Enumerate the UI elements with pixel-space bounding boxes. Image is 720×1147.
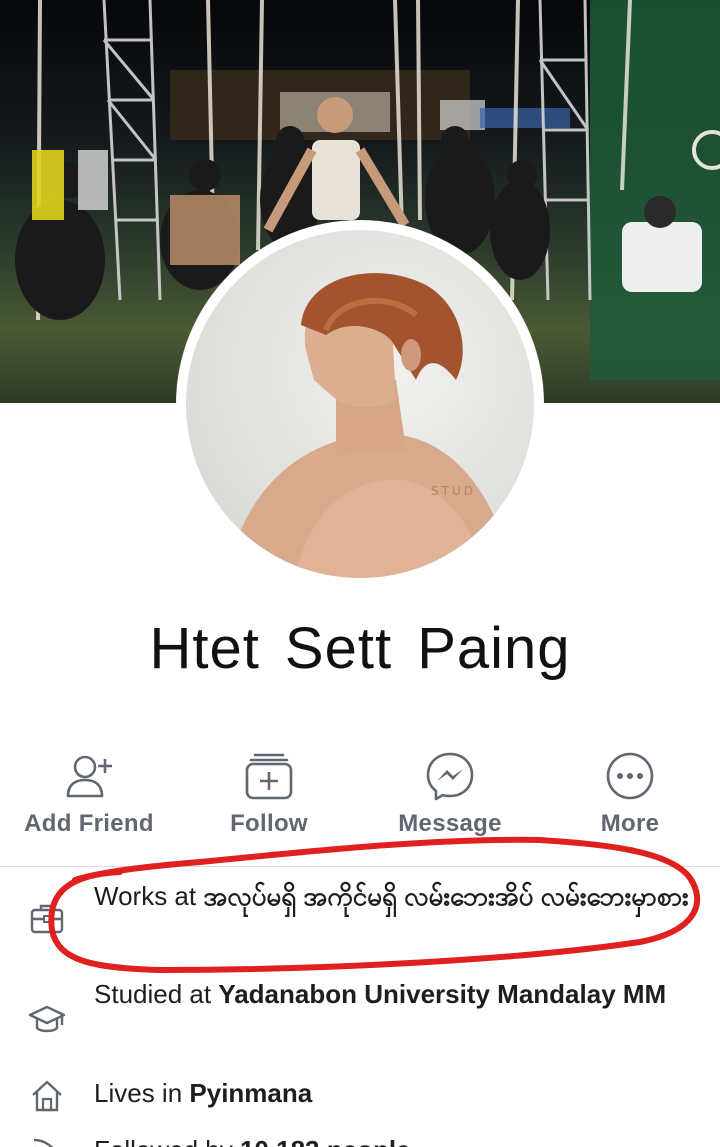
- follow-button[interactable]: Follow: [184, 740, 354, 850]
- work-prefix: Works at: [94, 881, 204, 911]
- work-value[interactable]: အလုပ်မရှိ အကိုင်မရှိ လမ်းဘေးအိပ် လမ်းဘေး…: [203, 881, 688, 911]
- followers-value[interactable]: 10,183 people: [240, 1135, 411, 1147]
- section-divider: [0, 866, 720, 867]
- home-value[interactable]: Pyinmana: [189, 1078, 312, 1108]
- more-icon: [606, 752, 654, 800]
- svg-text:STUD: STUD: [431, 484, 476, 498]
- profile-portrait: STUD: [226, 273, 516, 578]
- home-text: Lives in Pyinmana: [94, 1073, 694, 1113]
- home-icon: [32, 1080, 62, 1112]
- profile-actions: Add Friend Follow Message More: [0, 740, 720, 860]
- add-friend-button[interactable]: Add Friend: [4, 740, 174, 850]
- add-friend-label: Add Friend: [24, 810, 154, 837]
- followers-icon: [33, 1138, 54, 1147]
- education-value[interactable]: Yadanabon University Mandalay MM: [218, 979, 666, 1009]
- messenger-icon: [426, 752, 474, 801]
- education-text: Studied at Yadanabon University Mandalay…: [94, 974, 694, 1014]
- message-button[interactable]: Message: [365, 740, 535, 850]
- home-prefix: Lives in: [94, 1078, 190, 1108]
- follow-label: Follow: [230, 810, 308, 837]
- message-label: Message: [398, 810, 502, 837]
- briefcase-icon: [30, 904, 64, 934]
- profile-picture[interactable]: STUD: [186, 230, 534, 578]
- followers-text: Followed by 10,183 people: [94, 1130, 694, 1147]
- followers-prefix: Followed by: [94, 1135, 240, 1147]
- follow-icon: [245, 753, 293, 800]
- add-friend-icon: [66, 755, 112, 798]
- work-text: Works at အလုပ်မရှိ အကိုင်မရှိ လမ်းဘေးအိပ…: [94, 876, 694, 916]
- more-label: More: [600, 810, 660, 837]
- profile-name: Htet Sett Paing: [149, 616, 571, 681]
- education-prefix: Studied at: [94, 979, 219, 1009]
- more-button[interactable]: More: [545, 740, 715, 850]
- graduation-cap-icon: [28, 1005, 66, 1033]
